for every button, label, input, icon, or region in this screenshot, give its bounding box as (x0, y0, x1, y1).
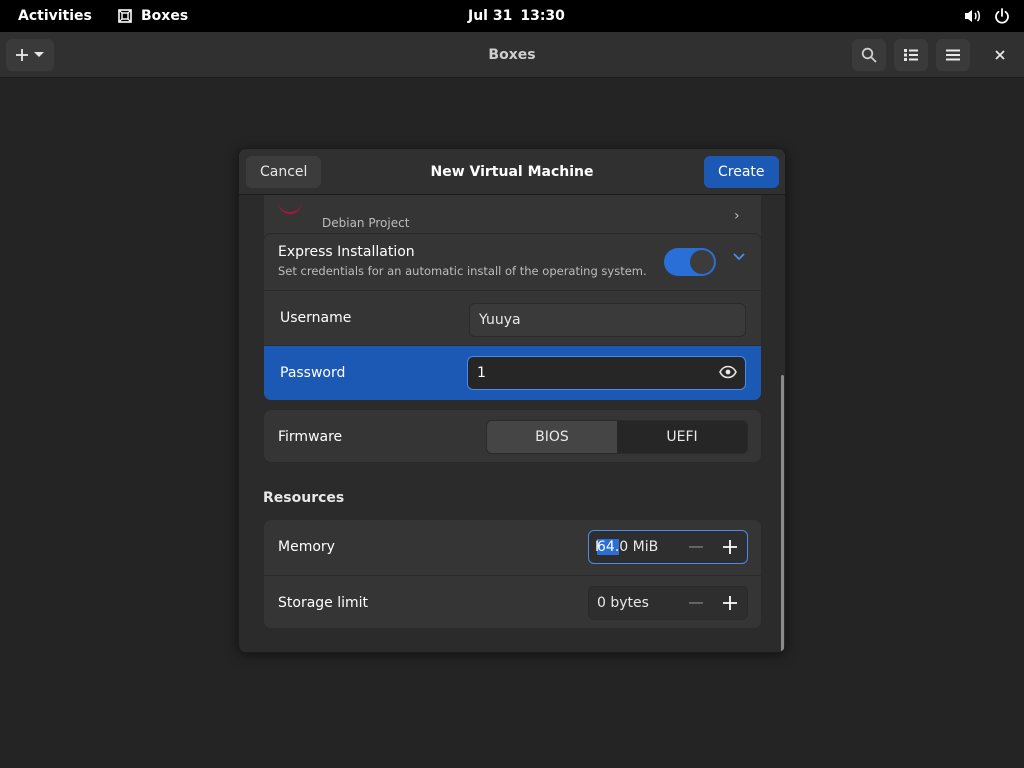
express-toggle[interactable] (664, 248, 716, 276)
plus-icon (723, 596, 737, 610)
plus-icon (16, 49, 28, 61)
dialog-body: Debian Project › Express Installation Se… (239, 195, 785, 652)
password-field[interactable]: 1 (467, 356, 746, 390)
debian-logo-icon (278, 202, 302, 214)
memory-value-selection: 64. (597, 539, 620, 555)
scrollbar[interactable] (781, 375, 784, 652)
view-toggle-button[interactable] (894, 39, 928, 71)
username-field[interactable]: Yuuya (469, 303, 746, 337)
storage-decrease-button[interactable] (681, 588, 711, 618)
dialog-header: Cancel New Virtual Machine Create (239, 149, 785, 195)
storage-value[interactable]: 0 bytes (597, 587, 649, 619)
search-button[interactable] (852, 39, 886, 71)
window-close-button[interactable] (984, 39, 1016, 71)
password-row: Password 1 (264, 345, 761, 400)
new-button[interactable] (6, 39, 54, 71)
express-installation-card: Express Installation Set credentials for… (263, 233, 762, 401)
new-vm-dialog: Cancel New Virtual Machine Create Debian… (238, 148, 786, 653)
activities-button[interactable]: Activities (18, 0, 92, 32)
create-button[interactable]: Create (704, 156, 779, 188)
memory-decrease-button[interactable] (681, 532, 711, 562)
express-subtitle: Set credentials for an automatic install… (278, 264, 647, 278)
eye-icon[interactable] (719, 365, 737, 379)
close-icon (995, 50, 1005, 60)
express-title: Express Installation (278, 244, 415, 260)
memory-increase-button[interactable] (715, 532, 745, 562)
top-bar: Activities Boxes Jul 31 13:30 (0, 0, 1024, 32)
expander-chevron-icon[interactable] (732, 252, 746, 262)
memory-value[interactable]: 64.0 MiB (597, 531, 658, 563)
firmware-label: Firmware (278, 429, 343, 445)
memory-label: Memory (278, 539, 335, 555)
cancel-button[interactable]: Cancel (246, 156, 322, 188)
memory-row: Memory 64.0 MiB I (264, 520, 761, 575)
storage-row: Storage limit 0 bytes (264, 575, 761, 628)
firmware-row: Firmware BIOS UEFI (263, 409, 762, 463)
storage-label: Storage limit (278, 595, 369, 611)
minus-icon (689, 602, 703, 604)
app-name: Boxes (141, 8, 189, 24)
app-menu[interactable]: Boxes (117, 0, 188, 32)
clock-date: Jul 31 (468, 8, 513, 24)
storage-spinbutton[interactable]: 0 bytes (588, 586, 748, 620)
memory-value-rest: 0 MiB (619, 539, 659, 555)
username-label: Username (280, 310, 352, 326)
chevron-right-icon: › (734, 208, 740, 224)
clock-time: 13:30 (520, 8, 565, 24)
toggle-knob (690, 250, 714, 274)
power-icon (995, 8, 1009, 24)
hamburger-menu-icon (946, 49, 960, 61)
chevron-down-icon (34, 52, 44, 57)
username-row: Username Yuuya (264, 290, 761, 345)
minus-icon (689, 546, 703, 548)
text-cursor-icon: I (595, 539, 600, 555)
app-header-bar: Boxes (0, 32, 1024, 78)
memory-spinbutton[interactable]: 64.0 MiB I (588, 530, 748, 564)
firmware-uefi-option[interactable]: UEFI (617, 421, 747, 453)
volume-icon (965, 10, 980, 22)
main-menu-button[interactable] (936, 39, 970, 71)
firmware-bios-option[interactable]: BIOS (487, 421, 617, 453)
resources-card: Memory 64.0 MiB I Storage limit 0 bytes (263, 519, 762, 629)
password-value: 1 (477, 365, 486, 381)
system-menu[interactable] (964, 0, 1010, 32)
resources-heading: Resources (263, 490, 345, 506)
list-view-icon (904, 49, 918, 61)
password-label: Password (280, 365, 346, 381)
search-icon (861, 47, 877, 63)
os-vendor: Debian Project (322, 216, 410, 230)
boxes-app-icon (118, 9, 132, 23)
firmware-selector: BIOS UEFI (486, 420, 748, 454)
clock[interactable]: Jul 31 13:30 (468, 0, 565, 32)
storage-increase-button[interactable] (715, 588, 745, 618)
plus-icon (723, 540, 737, 554)
